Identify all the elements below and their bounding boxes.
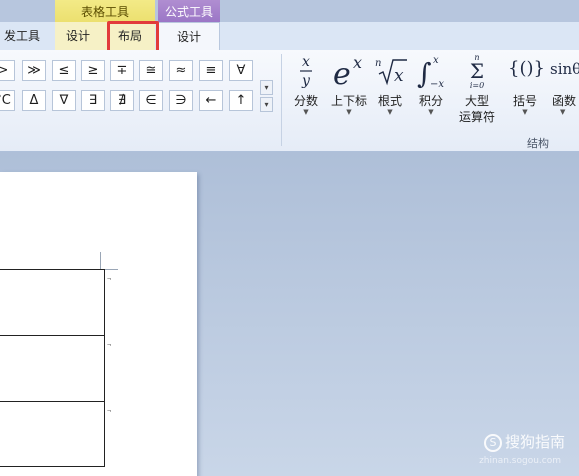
svg-text:x: x	[394, 66, 404, 86]
symbol-button[interactable]: ∇	[52, 90, 76, 111]
table-row[interactable]	[0, 335, 104, 401]
table-row[interactable]	[0, 401, 104, 467]
svg-text:i=0: i=0	[470, 81, 484, 90]
document-canvas[interactable]: ¬ ¬ ¬ S 搜狗指南 zhinan.sogou.com	[0, 152, 579, 476]
watermark-site: zhinan.sogou.com	[479, 456, 561, 466]
symbol-button[interactable]: ∈	[139, 90, 163, 111]
large-operator-label: 大型	[464, 94, 489, 108]
script-label: 上下标	[330, 94, 367, 108]
symbol-button[interactable]: ≥	[81, 60, 105, 81]
document-page[interactable]: ¬ ¬ ¬	[0, 172, 197, 476]
bracket-label: 括号	[512, 94, 537, 108]
chevron-down-icon: ▼	[560, 108, 566, 116]
function-icon: sinθ	[550, 60, 579, 78]
sogou-logo-icon: S	[483, 433, 502, 452]
formula-tools-label: 公式工具	[164, 5, 213, 19]
svg-text:x: x	[353, 54, 362, 72]
svg-text:Σ: Σ	[470, 59, 484, 83]
ribbon-tab-strip: 发工具 设计 布局 设计	[0, 22, 579, 51]
superscript-icon: e x	[333, 54, 362, 88]
svg-text:x: x	[302, 54, 310, 70]
symbol-button[interactable]: ∄	[110, 90, 134, 111]
svg-text:y: y	[301, 73, 311, 88]
chevron-down-icon: ▼	[387, 108, 393, 116]
tab-developer[interactable]: 发工具	[0, 22, 44, 50]
symbol-button[interactable]: ∋	[169, 90, 193, 111]
large-operator-label-2: 运算符	[458, 110, 495, 124]
document-table[interactable]	[0, 269, 105, 467]
ribbon-panel: > ≫ ≤ ≥ ∓ ≅ ≈ ≡ ∀ °C Δ ∇ ∃ ∄ ∈ ∋ ← ↑ ▾ ▾…	[0, 50, 579, 152]
table-row[interactable]	[0, 269, 104, 335]
integral-label: 积分	[418, 94, 443, 108]
gallery-scroll-down-icon[interactable]: ▾	[260, 80, 273, 95]
symbol-button[interactable]: ↑	[229, 90, 253, 111]
script-button[interactable]: e x 上下标 ▼	[328, 50, 370, 130]
fraction-icon: x y	[300, 54, 312, 88]
svg-text:e: e	[333, 57, 351, 88]
svg-text:n: n	[375, 58, 381, 69]
radical-icon: n x	[375, 58, 407, 86]
chevron-down-icon: ▼	[303, 108, 309, 116]
symbol-button[interactable]: ∓	[110, 60, 134, 81]
chevron-down-icon: ▼	[522, 108, 528, 116]
bracket-button[interactable]: {()} 括号 ▼	[508, 50, 545, 130]
crop-mark	[100, 252, 101, 270]
integral-icon: ∫ x −x	[417, 55, 444, 89]
tab-formula-design[interactable]: 设计	[158, 22, 220, 51]
function-label: 函数	[552, 94, 577, 108]
symbol-button[interactable]: >	[0, 60, 15, 81]
integral-button[interactable]: ∫ x −x 积分 ▼	[413, 50, 449, 130]
end-of-row-mark: ¬	[107, 276, 112, 283]
symbol-button[interactable]: ≡	[199, 60, 223, 81]
symbol-button[interactable]: ≫	[22, 60, 46, 81]
symbol-button[interactable]: ≅	[139, 60, 163, 81]
table-tools-group: 表格工具	[55, 0, 155, 22]
end-of-row-mark: ¬	[107, 342, 112, 349]
summation-icon: n Σ i=0	[470, 53, 484, 90]
radical-label: 根式	[377, 94, 402, 108]
table-tools-label: 表格工具	[80, 5, 129, 19]
function-button[interactable]: sinθ 函数 ▼	[548, 50, 579, 130]
symbol-button[interactable]: ←	[199, 90, 223, 111]
symbol-button[interactable]: Δ	[22, 90, 46, 111]
tab-table-design[interactable]: 设计	[60, 22, 96, 50]
symbol-button[interactable]: ≈	[169, 60, 193, 81]
formula-tools-group: 公式工具	[158, 0, 220, 22]
symbol-button[interactable]: °C	[0, 90, 15, 111]
symbol-button[interactable]: ≤	[52, 60, 76, 81]
bracket-icon: {()}	[508, 58, 545, 79]
svg-text:−x: −x	[430, 79, 444, 89]
end-of-row-mark: ¬	[107, 408, 112, 415]
radical-button[interactable]: n x 根式 ▼	[373, 50, 407, 130]
chevron-down-icon: ▼	[346, 108, 352, 116]
fraction-label: 分数	[293, 94, 318, 108]
watermark-text: 搜狗指南	[504, 433, 565, 451]
chevron-down-icon: ▼	[428, 108, 434, 116]
structures-group-label: 结构	[527, 137, 549, 150]
watermark: S 搜狗指南	[483, 431, 565, 452]
gallery-more-icon[interactable]: ▾	[260, 97, 273, 112]
symbol-button[interactable]: ∀	[229, 60, 253, 81]
symbol-button[interactable]: ∃	[81, 90, 105, 111]
group-divider	[281, 54, 282, 146]
large-operator-button[interactable]: n Σ i=0 大型 运算符	[452, 50, 502, 130]
svg-text:x: x	[433, 55, 439, 66]
fraction-button[interactable]: x y 分数 ▼	[290, 50, 322, 130]
